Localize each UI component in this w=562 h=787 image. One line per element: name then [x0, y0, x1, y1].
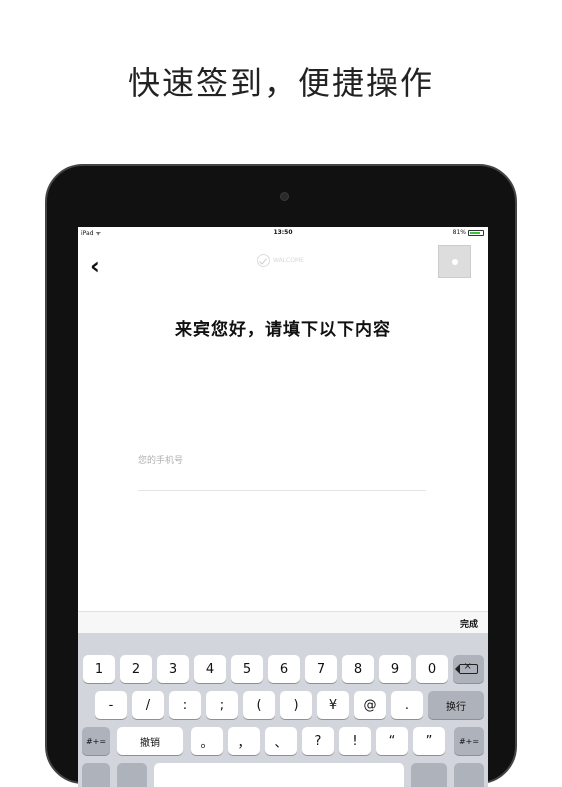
- key-2[interactable]: 2: [120, 655, 152, 683]
- key-row4-1[interactable]: [82, 763, 110, 787]
- delete-key[interactable]: [453, 655, 484, 683]
- status-bar: iPad ᯤ 13:50 81%: [78, 227, 488, 239]
- key-quote-close[interactable]: ”: [413, 727, 445, 755]
- key-at[interactable]: @: [354, 691, 386, 719]
- logo-text: WALCOME: [273, 257, 304, 264]
- key-comma[interactable]: ，: [228, 727, 260, 755]
- keyboard-accessory-bar: 完成: [78, 611, 488, 634]
- keyboard: 1 2 3 4 5 6 7 8 9 0 - / : ; ( ) ¥ @ . 换行: [78, 633, 488, 787]
- camera-icon: [280, 192, 289, 201]
- ipad-frame: iPad ᯤ 13:50 81% ‹ WALCOME 来宾您好，请填下以下内容 …: [45, 164, 517, 787]
- status-time: 13:50: [273, 229, 293, 236]
- done-button[interactable]: 完成: [460, 617, 478, 630]
- key-quote-open[interactable]: “: [376, 727, 408, 755]
- key-9[interactable]: 9: [379, 655, 411, 683]
- symbols-key-left[interactable]: #+=: [82, 727, 110, 755]
- key-yen[interactable]: ¥: [317, 691, 349, 719]
- key-colon[interactable]: :: [169, 691, 201, 719]
- check-circle-icon: [257, 254, 270, 267]
- key-exclaim[interactable]: !: [339, 727, 371, 755]
- ipad-screen: iPad ᯤ 13:50 81% ‹ WALCOME 来宾您好，请填下以下内容 …: [78, 227, 488, 787]
- key-row4-5[interactable]: [454, 763, 484, 787]
- phone-input[interactable]: [138, 431, 426, 491]
- backspace-icon: [454, 661, 478, 674]
- key-5[interactable]: 5: [231, 655, 263, 683]
- battery-icon: [468, 229, 484, 236]
- return-key[interactable]: 换行: [428, 691, 484, 719]
- qr-icon: [451, 258, 458, 265]
- key-3[interactable]: 3: [157, 655, 189, 683]
- key-period[interactable]: .: [391, 691, 423, 719]
- key-full-stop[interactable]: 。: [191, 727, 223, 755]
- form-title: 来宾您好，请填下以下内容: [175, 320, 391, 340]
- app-logo: WALCOME: [257, 254, 304, 267]
- status-battery: 81%: [453, 229, 484, 236]
- space-key[interactable]: [154, 763, 404, 787]
- key-4[interactable]: 4: [194, 655, 226, 683]
- qr-scan-button[interactable]: [438, 245, 471, 278]
- symbols-key-right[interactable]: #+=: [454, 727, 484, 755]
- key-7[interactable]: 7: [305, 655, 337, 683]
- key-dash[interactable]: -: [95, 691, 127, 719]
- headline: 快速签到，便捷操作: [127, 64, 434, 102]
- undo-key[interactable]: 撤销: [117, 727, 183, 755]
- key-slash[interactable]: /: [132, 691, 164, 719]
- key-8[interactable]: 8: [342, 655, 374, 683]
- key-6[interactable]: 6: [268, 655, 300, 683]
- key-1[interactable]: 1: [83, 655, 115, 683]
- key-question[interactable]: ?: [302, 727, 334, 755]
- key-paren-close[interactable]: ): [280, 691, 312, 719]
- key-row4-2[interactable]: [117, 763, 147, 787]
- key-paren-open[interactable]: (: [243, 691, 275, 719]
- key-enum-comma[interactable]: 、: [265, 727, 297, 755]
- key-row4-4[interactable]: [411, 763, 447, 787]
- back-button[interactable]: ‹: [90, 252, 110, 280]
- key-semicolon[interactable]: ;: [206, 691, 238, 719]
- battery-label: 81%: [452, 229, 466, 236]
- key-0[interactable]: 0: [416, 655, 448, 683]
